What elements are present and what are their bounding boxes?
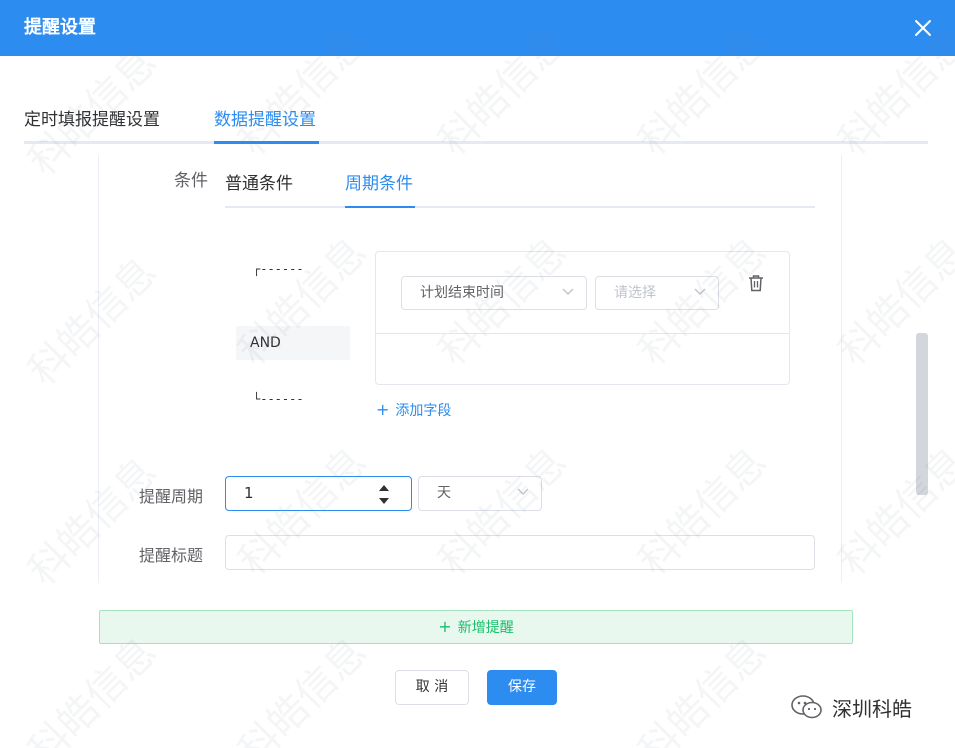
save-button[interactable]: 保存 — [487, 670, 557, 705]
settings-tabs: 定时填报提醒设置 数据提醒设置 — [24, 100, 928, 144]
bracket-bottom: └------ — [253, 392, 304, 406]
reminder-settings-dialog: 提醒设置 定时填报提醒设置 数据提醒设置 条件 普通条件 周期条件 ┌-----… — [0, 0, 955, 748]
cycle-label: 提醒周期 — [139, 487, 204, 506]
brand-name: 深圳科皓 — [832, 696, 912, 721]
operator-select[interactable]: 请选择 — [595, 276, 719, 310]
divider — [376, 333, 789, 334]
brand-mark: 深圳科皓 — [790, 690, 912, 724]
add-reminder-button[interactable]: + 新增提醒 — [99, 610, 853, 644]
active-tab-indicator — [214, 141, 319, 144]
active-subtab-indicator — [345, 206, 415, 208]
add-field-label: 添加字段 — [395, 403, 452, 419]
close-icon[interactable] — [913, 18, 933, 38]
chevron-down-icon — [517, 488, 529, 495]
wechat-logo-icon — [791, 695, 822, 719]
cancel-button[interactable]: 取 消 — [395, 670, 469, 705]
dialog-header: 提醒设置 — [0, 0, 955, 56]
field-select-value: 计划结束时间 — [420, 285, 504, 301]
cycle-value: 1 — [244, 484, 254, 502]
trash-icon[interactable] — [748, 274, 764, 292]
increment-icon[interactable] — [377, 482, 391, 494]
tab-timed-report-reminder[interactable]: 定时填报提醒设置 — [24, 108, 160, 132]
operator-select-placeholder: 请选择 — [614, 285, 656, 301]
dialog-title: 提醒设置 — [24, 17, 96, 38]
watermark: 科皓信息 — [829, 228, 955, 375]
plus-icon: + — [376, 400, 390, 419]
condition-label: 条件 — [174, 171, 208, 191]
chevron-down-icon — [562, 288, 574, 295]
reminder-title-input[interactable] — [225, 535, 815, 570]
add-reminder-label: 新增提醒 — [457, 620, 514, 636]
tab-normal-condition[interactable]: 普通条件 — [225, 172, 293, 196]
cycle-number-input[interactable]: 1 — [225, 476, 412, 511]
tab-cycle-condition[interactable]: 周期条件 — [345, 172, 413, 196]
condition-tabs: 普通条件 周期条件 — [225, 164, 815, 208]
scrollbar-thumb[interactable] — [916, 333, 928, 495]
decrement-icon[interactable] — [377, 495, 391, 507]
title-label: 提醒标题 — [139, 546, 204, 565]
watermark: 科皓信息 — [829, 438, 955, 585]
plus-icon: + — [438, 617, 452, 636]
cycle-unit-value: 天 — [437, 485, 451, 501]
bracket-top: ┌------ — [253, 262, 304, 276]
add-field-button[interactable]: + 添加字段 — [376, 400, 451, 421]
chevron-down-icon — [694, 288, 706, 295]
field-select[interactable]: 计划结束时间 — [401, 276, 587, 310]
logic-operator-toggle[interactable]: AND — [236, 326, 350, 360]
condition-group — [375, 251, 790, 385]
cycle-unit-select[interactable]: 天 — [418, 476, 542, 511]
tab-data-reminder[interactable]: 数据提醒设置 — [214, 108, 316, 132]
